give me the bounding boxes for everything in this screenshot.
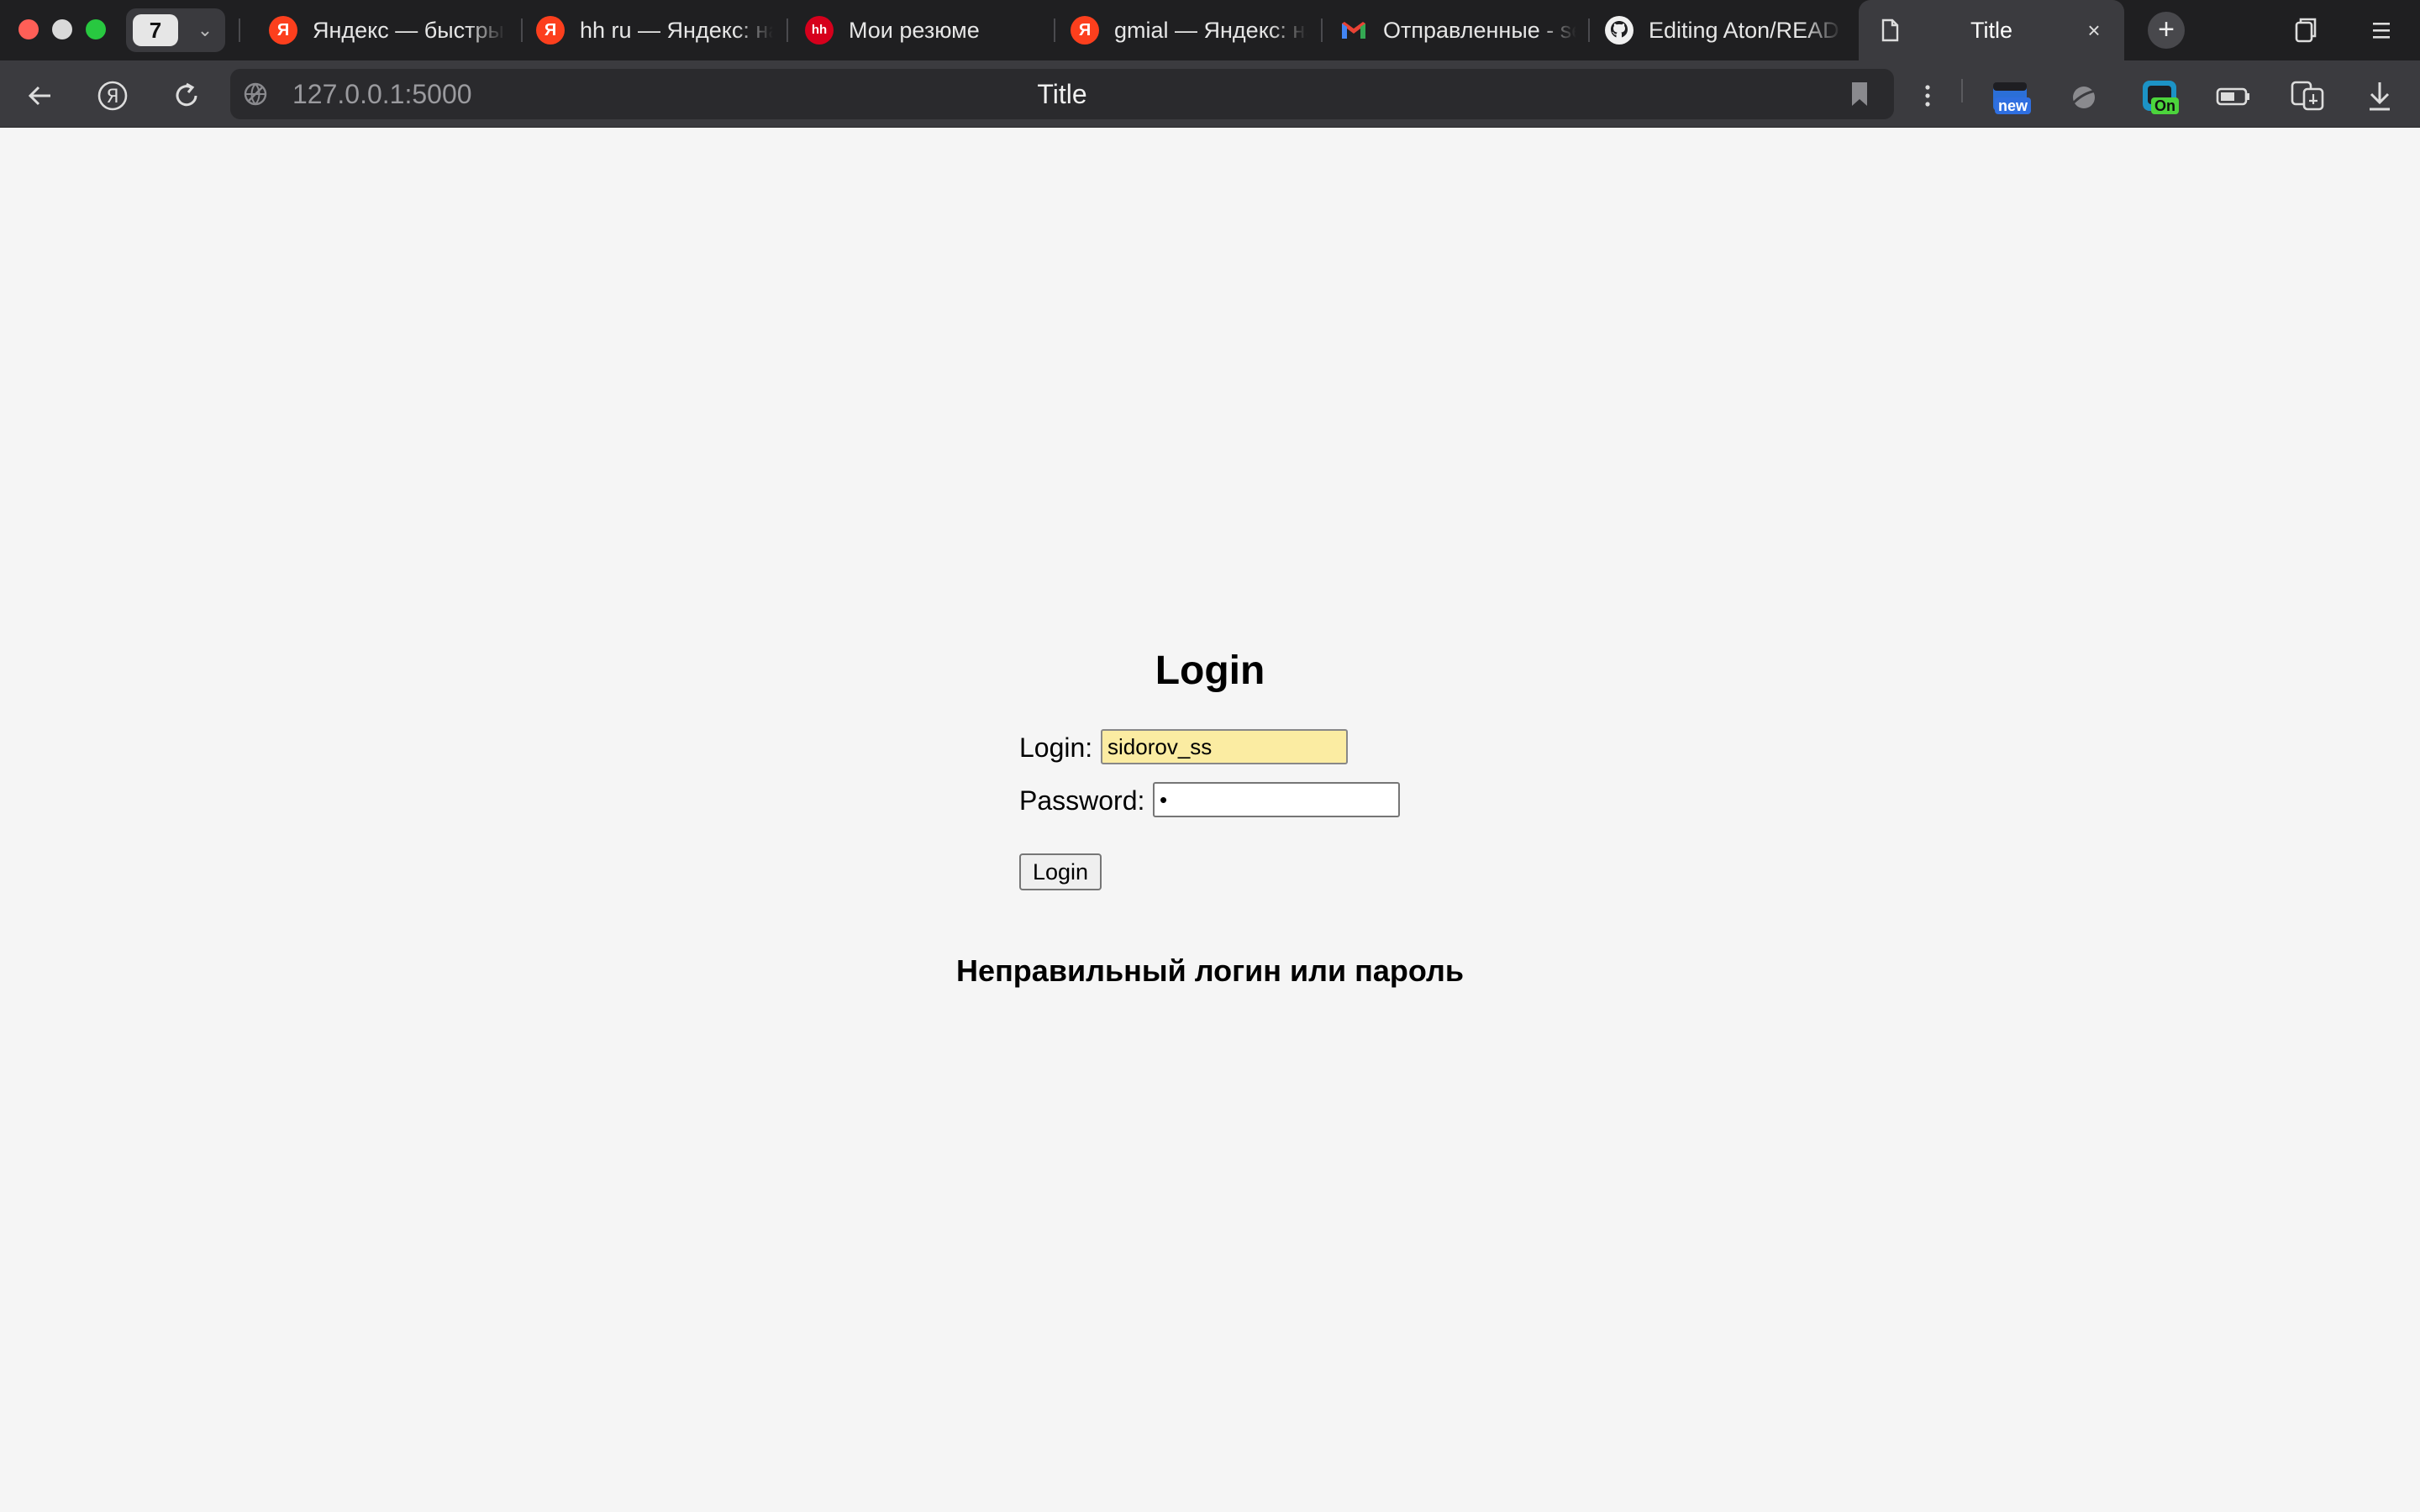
tab-title: Отправленные - se [1383, 18, 1576, 43]
tab-title: gmial — Яндекс: на [1114, 18, 1307, 43]
tab-title: Мои резюме [849, 18, 980, 43]
translate-icon[interactable] [2287, 76, 2328, 116]
tab-hh-search[interactable]: Я hh ru — Яндекс: на [528, 0, 780, 60]
vpn-extension-icon[interactable] [2064, 76, 2104, 116]
window-close-button[interactable] [18, 19, 39, 39]
gmail-icon [1339, 16, 1368, 45]
login-label: Login: [1019, 732, 1093, 763]
login-button[interactable]: Login [1019, 853, 1102, 890]
yandex-icon: Я [1071, 16, 1099, 45]
tab-github-editing[interactable]: Editing Aton/READ [1597, 0, 1849, 60]
tab-title-active[interactable]: Title × [1859, 0, 2124, 60]
tab-title: Editing Aton/READ [1649, 18, 1839, 43]
address-page-title: Title [1037, 79, 1087, 109]
tab-gmial-search[interactable]: Я gmial — Яндекс: на [1062, 0, 1314, 60]
proxy-extension-icon[interactable]: On [2139, 76, 2180, 116]
browser-toolbar: Я 127.0.0.1:5000 Title new On [0, 60, 2420, 128]
url-text[interactable]: 127.0.0.1:5000 [292, 69, 472, 119]
back-arrow-icon[interactable] [22, 77, 59, 114]
yandex-home-icon[interactable]: Я [94, 77, 131, 114]
page-title: Login [1155, 648, 1265, 693]
calendar-extension-icon[interactable]: new [1990, 76, 2032, 116]
new-tab-button[interactable]: + [2148, 12, 2185, 49]
password-label: Password: [1019, 785, 1145, 816]
window-maximize-button[interactable] [86, 19, 106, 39]
download-icon[interactable] [2360, 76, 2400, 116]
extension-badge: new [1995, 97, 2032, 114]
toolbar-separator [1961, 79, 1963, 102]
tab-separator [1588, 18, 1590, 42]
tab-separator [1321, 18, 1323, 42]
login-input[interactable] [1101, 729, 1348, 764]
tab-yandex-search[interactable]: Я Яндекс — быстрый [260, 0, 513, 60]
tab-gmail-sent[interactable]: Отправленные - se [1331, 0, 1583, 60]
hh-icon: hh [805, 16, 834, 45]
tab-separator [786, 18, 788, 42]
password-input[interactable] [1153, 782, 1400, 817]
web-page: Login Login: Password: Login Неправильны… [0, 128, 2420, 1512]
tab-bar: 7 ⌄ Я Яндекс — быстрый Я hh ru — Яндекс:… [0, 0, 2420, 60]
tab-separator [239, 18, 240, 42]
chevron-down-icon[interactable]: ⌄ [192, 15, 218, 45]
tab-collections-icon[interactable] [2291, 15, 2321, 45]
tab-separator [521, 18, 523, 42]
tab-my-resumes[interactable]: hh Мои резюме [797, 0, 1049, 60]
address-bar[interactable]: 127.0.0.1:5000 Title [230, 69, 1894, 119]
tab-count-group[interactable]: 7 ⌄ [126, 8, 225, 52]
extension-badge: On [2151, 97, 2179, 114]
bookmark-icon[interactable] [1850, 81, 1869, 108]
tab-separator [1054, 18, 1055, 42]
tab-title: Яндекс — быстрый [313, 18, 506, 43]
more-vertical-icon[interactable] [1909, 77, 1946, 114]
menu-icon[interactable] [2366, 17, 2396, 44]
error-message: Неправильный логин или пароль [956, 953, 1464, 988]
tab-count-badge[interactable]: 7 [133, 14, 178, 46]
yandex-icon: Я [269, 16, 297, 45]
window-minimize-button[interactable] [52, 19, 72, 39]
site-info-icon[interactable] [242, 81, 269, 108]
reload-icon[interactable] [168, 77, 205, 114]
close-icon[interactable]: × [2082, 18, 2106, 42]
battery-icon[interactable] [2213, 76, 2254, 116]
github-icon [1605, 16, 1634, 45]
yandex-icon: Я [536, 16, 565, 45]
tab-title: hh ru — Яндекс: на [580, 18, 773, 43]
svg-text:Я: Я [106, 87, 118, 108]
